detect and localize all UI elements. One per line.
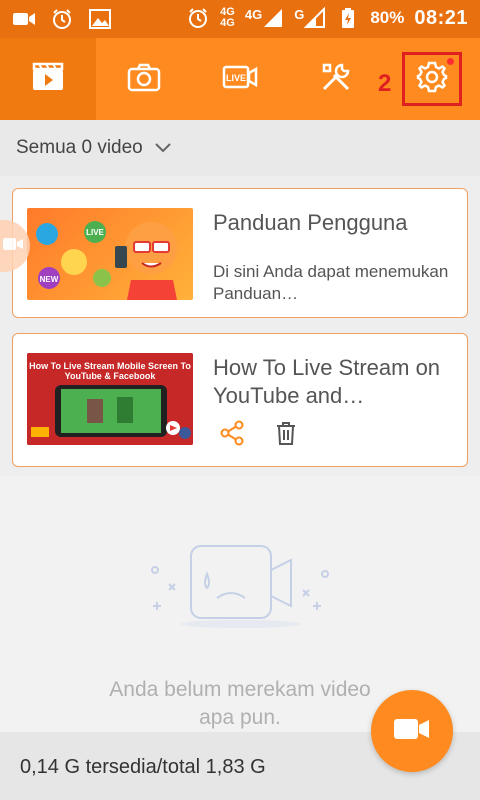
tab-tools[interactable] [288, 38, 384, 120]
guide-description: Di sini Anda dapat menemukan Panduan… [213, 262, 449, 303]
video-filter-dropdown[interactable]: Semua 0 video [0, 120, 480, 176]
network-label: 4G [244, 7, 263, 22]
status-right-icons: 4G 4G 4G G 80% 08:21 [186, 6, 468, 30]
signal-g: G [294, 7, 326, 29]
image-icon [88, 7, 112, 31]
tab-videos[interactable] [0, 38, 96, 120]
tab-screenshots[interactable] [96, 38, 192, 120]
signal-4g: 4G [245, 7, 284, 29]
alarm-icon [186, 6, 210, 30]
thumb-caption: How To Live Stream Mobile Screen To YouT… [29, 361, 191, 381]
video-title: How To Live Stream on YouTube and… [213, 355, 441, 408]
annotation-number: 2 [378, 70, 392, 97]
share-icon [219, 420, 245, 451]
network-small-bottom: 4G [220, 17, 235, 29]
video-camera-icon [393, 715, 431, 748]
status-bar: 4G 4G 4G G 80% 08:21 [0, 0, 480, 38]
video-thumbnail[interactable]: How To Live Stream Mobile Screen To YouT… [27, 353, 193, 445]
delete-button[interactable] [271, 420, 301, 450]
guide-card[interactable]: NEW LIVE Panduan Pengguna Di sini Anda d… [12, 188, 468, 318]
trash-icon [274, 420, 298, 451]
guide-thumbnail: NEW LIVE [27, 208, 193, 300]
signal-strength-icon [264, 9, 283, 27]
guide-title: Panduan Pengguna [213, 210, 408, 235]
tools-icon [320, 61, 352, 98]
battery-charging-icon [336, 6, 360, 30]
filter-label: Semua 0 video [16, 137, 143, 158]
record-button[interactable] [371, 690, 453, 772]
thumb-badge-live: LIVE [86, 228, 104, 237]
alarm-icon [50, 7, 74, 31]
empty-state-illustration [145, 540, 335, 630]
network-type-small: 4G 4G [220, 7, 235, 29]
share-button[interactable] [217, 420, 247, 450]
battery-percent: 80% [370, 8, 405, 27]
annotation-highlight-box [402, 52, 462, 106]
status-left-icons [12, 7, 112, 31]
camera-icon [127, 62, 161, 97]
chevron-down-icon [155, 140, 171, 158]
signal-strength-icon [304, 7, 326, 28]
svg-text:LIVE: LIVE [226, 73, 246, 83]
thumb-badge-new: NEW [40, 275, 59, 284]
storage-text: 0,14 G tersedia/total 1,83 G [20, 756, 266, 778]
tab-live[interactable]: LIVE [192, 38, 288, 120]
video-card[interactable]: How To Live Stream Mobile Screen To YouT… [12, 333, 468, 467]
video-list: NEW LIVE Panduan Pengguna Di sini Anda d… [0, 176, 480, 476]
video-camera-icon [12, 7, 36, 31]
carrier2-label: G [294, 7, 305, 22]
clock: 08:21 [414, 6, 468, 29]
video-camera-icon [2, 236, 24, 257]
live-video-icon: LIVE [222, 63, 258, 96]
video-library-icon [31, 62, 65, 97]
